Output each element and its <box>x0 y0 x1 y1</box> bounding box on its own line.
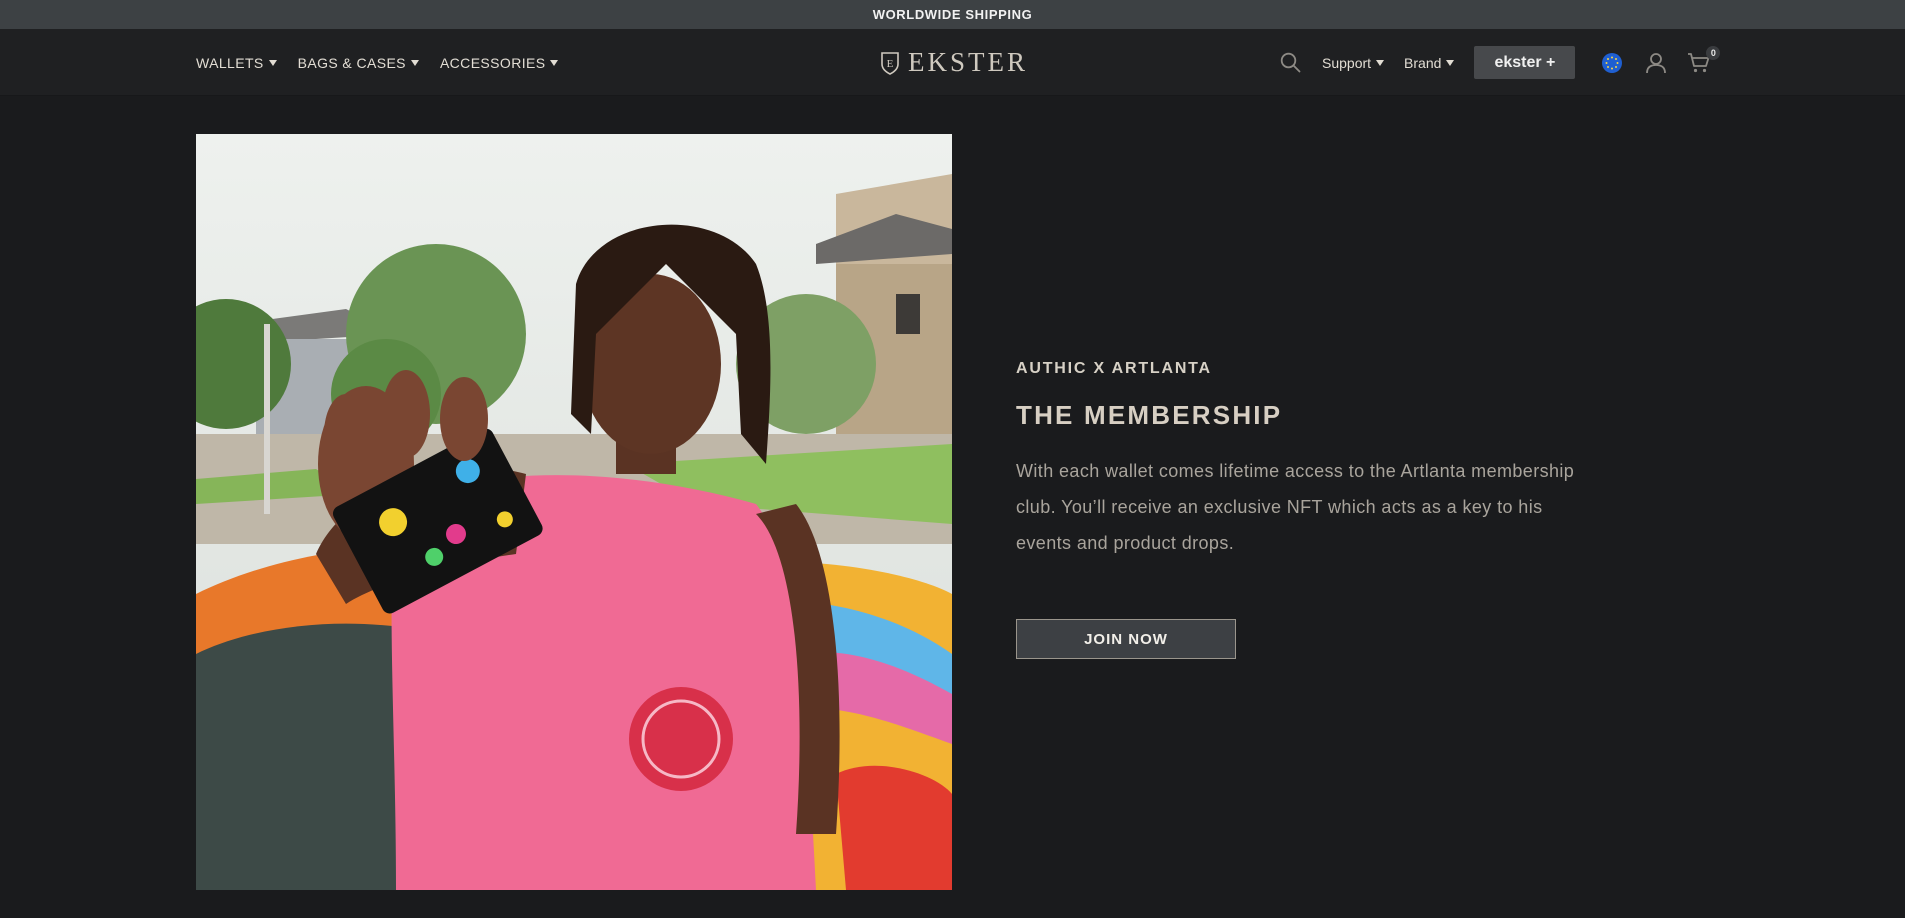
main-navigation: WALLETS BAGS & CASES ACCESSORIES E EKSTE… <box>0 29 1905 96</box>
brand-label: Brand <box>1404 54 1442 71</box>
caret-down-icon <box>1446 59 1455 66</box>
caret-down-icon <box>268 59 277 66</box>
caret-down-icon <box>410 59 419 66</box>
hero-photo-illustration <box>196 134 952 890</box>
utility-menu: Support Brand ekster + 0 <box>1278 29 1721 96</box>
nav-item-label: ACCESSORIES <box>439 54 546 71</box>
membership-content: AUTHIC X ARTLANTA THE MEMBERSHIP With ea… <box>1016 360 1596 659</box>
user-icon <box>1646 52 1667 73</box>
caret-down-icon <box>550 59 559 66</box>
logo-wordmark: EKSTER <box>908 47 1029 77</box>
collab-eyebrow: AUTHIC X ARTLANTA <box>1016 360 1212 377</box>
join-now-button[interactable]: JOIN NOW <box>1016 619 1236 659</box>
account-button[interactable] <box>1645 52 1667 74</box>
shield-logo-icon: E <box>881 51 899 75</box>
primary-menu: WALLETS BAGS & CASES ACCESSORIES <box>196 29 559 96</box>
support-menu[interactable]: Support <box>1322 54 1385 71</box>
globe-region-icon <box>1602 52 1623 73</box>
section-title: THE MEMBERSHIP <box>1016 400 1283 430</box>
nav-item-accessories[interactable]: ACCESSORIES <box>440 55 559 71</box>
announcement-bar: WORLDWIDE SHIPPING <box>0 0 1905 29</box>
search-icon <box>1280 52 1300 73</box>
cart-count-badge: 0 <box>1706 45 1721 60</box>
region-selector[interactable] <box>1601 52 1623 74</box>
ekster-plus-button[interactable]: ekster + <box>1474 46 1576 79</box>
ekster-plus-label: ekster + <box>1494 53 1556 71</box>
nav-item-label: BAGS & CASES <box>297 54 406 71</box>
ekster-logo[interactable]: E EKSTER <box>880 29 1028 96</box>
nav-item-label: WALLETS <box>196 54 264 71</box>
announcement-text: WORLDWIDE SHIPPING <box>872 7 1033 22</box>
search-button[interactable] <box>1278 51 1302 75</box>
nav-item-wallets[interactable]: WALLETS <box>196 55 277 71</box>
section-description: With each wallet comes lifetime access t… <box>1016 461 1575 553</box>
cart-button[interactable]: 0 <box>1687 45 1721 74</box>
brand-menu[interactable]: Brand <box>1404 54 1455 71</box>
caret-down-icon <box>1376 59 1385 66</box>
nav-item-bags-cases[interactable]: BAGS & CASES <box>298 55 419 71</box>
svg-text:E: E <box>887 58 894 70</box>
support-label: Support <box>1322 54 1372 71</box>
join-now-label: JOIN NOW <box>1084 630 1168 648</box>
membership-hero-image <box>196 134 952 890</box>
